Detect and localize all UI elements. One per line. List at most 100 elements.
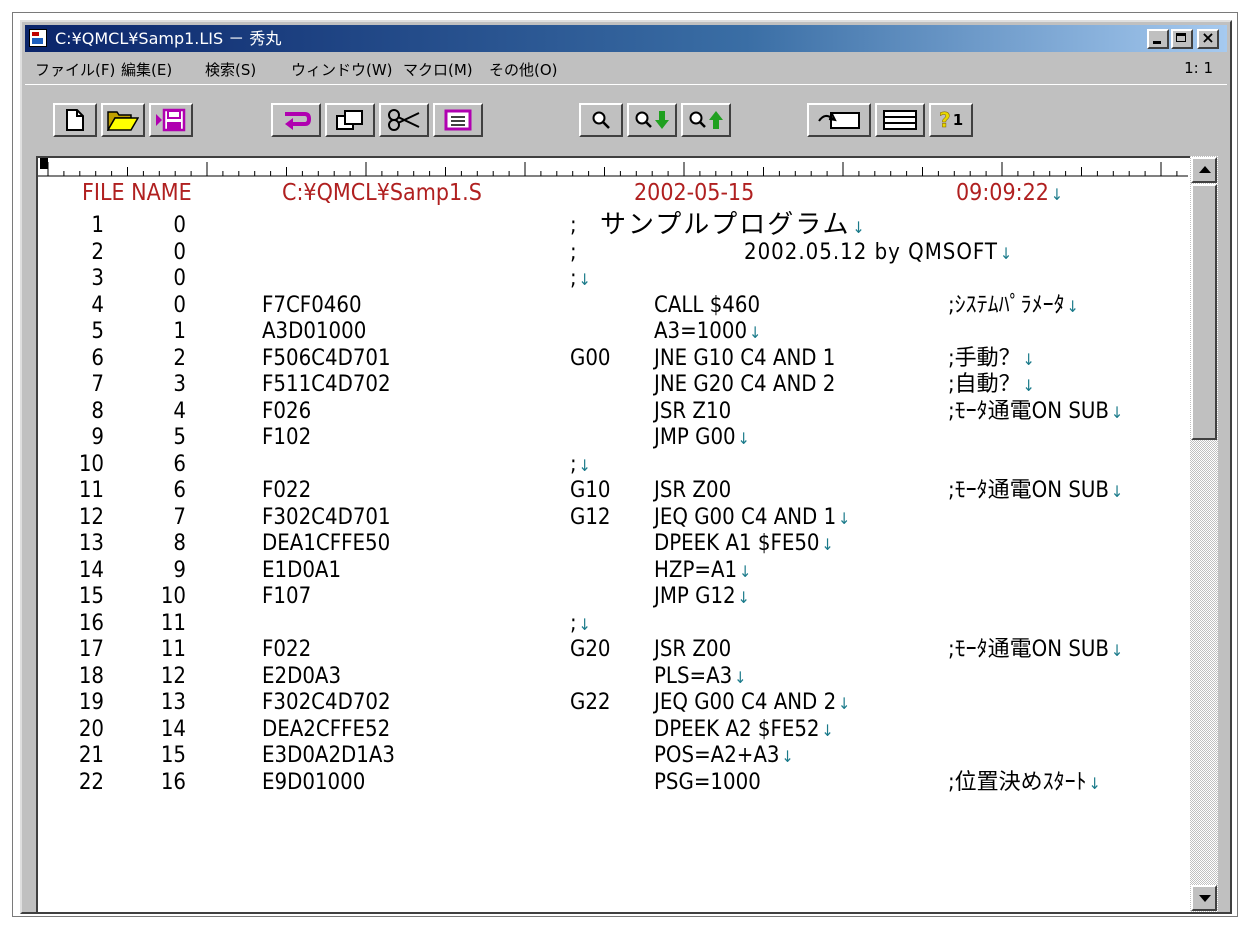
scroll-down-button[interactable] bbox=[1191, 885, 1217, 911]
listing-line: 21 15 E3D0A2D1A3 POS=A2+A3 ↓ bbox=[38, 742, 1190, 769]
hidemaru-window: C:¥QMCL¥Samp1.LIS － 秀丸 × ファイル(F) 編集(E) 検… bbox=[20, 20, 1232, 914]
search-button[interactable] bbox=[579, 103, 623, 137]
line-number: 19 bbox=[78, 690, 104, 715]
window-title: C:¥QMCL¥Samp1.LIS － 秀丸 bbox=[55, 29, 282, 48]
source-code: HZP=A1 ↓ bbox=[654, 557, 752, 583]
save-button[interactable] bbox=[149, 103, 193, 137]
address: 6 bbox=[173, 451, 186, 477]
newline-mark: ↓ bbox=[1110, 402, 1124, 422]
machine-code: F022 bbox=[262, 637, 312, 662]
menu-search[interactable]: 検索(S) bbox=[205, 59, 256, 80]
split-window-button[interactable] bbox=[875, 103, 925, 137]
minimize-button[interactable] bbox=[1147, 29, 1169, 49]
menu-window[interactable]: ウィンドウ(W) bbox=[291, 59, 393, 80]
line-number: 18 bbox=[78, 663, 104, 689]
code-comment: ;自動？ ↓ bbox=[948, 372, 1035, 397]
help-button[interactable]: ? 1 bbox=[929, 103, 973, 137]
app-icon[interactable] bbox=[29, 29, 47, 47]
column-ruler bbox=[36, 156, 1190, 178]
source-code: JEQ G00 C4 AND 2 ↓ bbox=[654, 690, 851, 715]
listing-line: 6 2 F506C4D701 G00 JNE G10 C4 AND 1 ;手動？ ↓ bbox=[38, 345, 1190, 372]
listing-line: 4 0 F7CF0460 CALL $460 ;ｼｽﾃﾑﾊﾟﾗﾒｰﾀ ↓ bbox=[38, 292, 1190, 319]
source-code: DPEEK A2 $FE52 ↓ bbox=[654, 716, 834, 742]
cut-icon bbox=[388, 109, 420, 131]
line-number: 10 bbox=[78, 451, 104, 477]
toolbar-misc-group: ? 1 bbox=[807, 103, 977, 139]
listing-line: 9 5 F102 JMP G00 ↓ bbox=[38, 424, 1190, 451]
newline-mark: ↓ bbox=[737, 429, 750, 448]
line-number: 5 bbox=[91, 319, 104, 344]
address: 6 bbox=[173, 478, 186, 503]
code-label: G10 bbox=[570, 478, 611, 503]
grep-button[interactable] bbox=[807, 103, 871, 137]
listing-line: 14 9 E1D0A1 HZP=A1 ↓ bbox=[38, 557, 1190, 584]
address: 0 bbox=[173, 292, 186, 318]
address: 14 bbox=[160, 716, 186, 742]
vertical-scrollbar[interactable] bbox=[1190, 156, 1218, 912]
title-bar[interactable]: C:¥QMCL¥Samp1.LIS － 秀丸 × bbox=[25, 25, 1227, 52]
save-icon bbox=[156, 108, 186, 132]
source-code: PLS=A3 ↓ bbox=[654, 663, 747, 689]
code-comment: ;ｼｽﾃﾑﾊﾟﾗﾒｰﾀ ↓ bbox=[948, 292, 1079, 318]
address: 11 bbox=[160, 637, 186, 662]
machine-code: E3D0A2D1A3 bbox=[262, 743, 396, 768]
text-editor[interactable]: FILE NAME C:¥QMCL¥Samp1.S 2002-05-15 09:… bbox=[36, 178, 1190, 912]
newline-mark: ↓ bbox=[1000, 243, 1014, 263]
source-code: JSR Z00 bbox=[654, 637, 732, 662]
menu-edit[interactable]: 編集(E) bbox=[121, 59, 172, 80]
menu-macro[interactable]: マクロ(M) bbox=[403, 59, 473, 80]
source-code: JEQ G00 C4 AND 1 ↓ bbox=[654, 504, 851, 530]
line-number: 14 bbox=[78, 557, 104, 583]
listing-line: 1 0; サンプルプログラム ↓ bbox=[38, 212, 1190, 239]
menu-other[interactable]: その他(O) bbox=[489, 59, 558, 80]
new-file-button[interactable] bbox=[53, 103, 97, 137]
code-label: ; bbox=[570, 239, 577, 265]
open-file-button[interactable] bbox=[101, 103, 145, 137]
listing-line: 5 1 A3D01000 A3=1000 ↓ bbox=[38, 318, 1190, 345]
search-up-icon bbox=[689, 111, 723, 129]
newline-mark: ↓ bbox=[1088, 773, 1101, 793]
scroll-up-button[interactable] bbox=[1191, 157, 1217, 183]
machine-code: F107 bbox=[262, 584, 312, 609]
newline-mark: ↓ bbox=[749, 323, 762, 342]
machine-code: A3D01000 bbox=[262, 319, 367, 344]
arrow-up-icon bbox=[1199, 166, 1211, 173]
paste-button[interactable] bbox=[433, 103, 483, 137]
code-comment: ;手動？ ↓ bbox=[948, 345, 1035, 371]
close-icon: × bbox=[1201, 28, 1215, 47]
search-up-button[interactable] bbox=[681, 103, 731, 137]
source-code: サンプルプログラム ↓ bbox=[600, 210, 867, 240]
paste-icon bbox=[444, 109, 472, 131]
menu-bar: ファイル(F) 編集(E) 検索(S) ウィンドウ(W) マクロ(M) その他(… bbox=[25, 54, 1227, 82]
line-number: 11 bbox=[78, 478, 104, 503]
menu-file[interactable]: ファイル(F) bbox=[35, 59, 115, 80]
maximize-button[interactable] bbox=[1171, 29, 1193, 49]
listing-line: 3 0 ; ↓ bbox=[38, 265, 1190, 292]
undo-button[interactable] bbox=[271, 103, 321, 137]
machine-code: E9D01000 bbox=[262, 769, 366, 795]
listing-line: 17 11 F022 G20 JSR Z00 ;ﾓｰﾀ通電ON SUB ↓ bbox=[38, 636, 1190, 663]
listing-time: 09:09:22 ↓ bbox=[956, 180, 1063, 206]
cut-button[interactable] bbox=[379, 103, 429, 137]
search-down-button[interactable] bbox=[627, 103, 677, 137]
line-number: 6 bbox=[91, 345, 104, 371]
source-code: JNE G20 C4 AND 2 bbox=[654, 372, 836, 397]
newline-mark: ↓ bbox=[781, 747, 794, 766]
source-code: JMP G12 ↓ bbox=[654, 584, 750, 609]
help-icon: ? bbox=[939, 109, 951, 131]
new-file-icon bbox=[66, 109, 84, 131]
ruler-ticks bbox=[38, 162, 1188, 177]
machine-code: F7CF0460 bbox=[262, 292, 362, 318]
address: 4 bbox=[173, 398, 186, 424]
code-label: G20 bbox=[570, 637, 611, 662]
code-label: ; ↓ bbox=[570, 610, 591, 636]
code-comment: ;ﾓｰﾀ通電ON SUB ↓ bbox=[948, 637, 1124, 662]
close-button[interactable]: × bbox=[1197, 28, 1219, 49]
listing-line: 8 4 F026 JSR Z10 ;ﾓｰﾀ通電ON SUB ↓ bbox=[38, 398, 1190, 425]
copy-button[interactable] bbox=[325, 103, 375, 137]
scroll-thumb[interactable] bbox=[1191, 184, 1217, 440]
line-number: 7 bbox=[91, 372, 104, 397]
address: 0 bbox=[173, 213, 186, 238]
address: 0 bbox=[173, 266, 186, 291]
machine-code: F022 bbox=[262, 478, 312, 503]
